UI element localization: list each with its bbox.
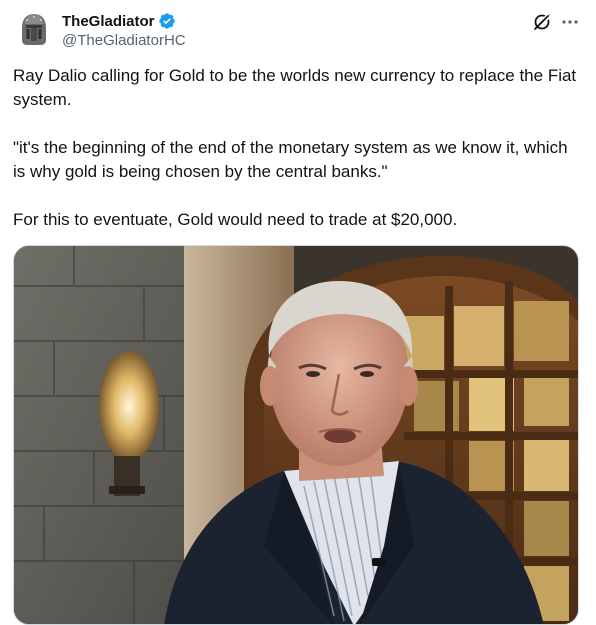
- gladiator-helmet-icon: [14, 10, 54, 50]
- tweet-paragraph: "it's the beginning of the end of the mo…: [13, 138, 573, 181]
- grok-icon[interactable]: [532, 12, 552, 32]
- tweet-paragraph: Ray Dalio calling for Gold to be the wor…: [13, 66, 581, 109]
- tweet-text: Ray Dalio calling for Gold to be the wor…: [13, 64, 579, 256]
- author-name-row[interactable]: TheGladiator: [62, 11, 176, 31]
- more-options-icon[interactable]: [560, 12, 580, 32]
- video-frame-image: [14, 246, 578, 624]
- verified-badge-icon[interactable]: [158, 12, 176, 30]
- tweet[interactable]: TheGladiator @TheGladiatorHC Ray Dalio c…: [0, 0, 596, 625]
- author-handle[interactable]: @TheGladiatorHC: [62, 32, 186, 49]
- author-display-name[interactable]: TheGladiator: [62, 13, 155, 30]
- avatar[interactable]: [14, 10, 54, 50]
- tweet-paragraph: For this to eventuate, Gold would need t…: [13, 210, 458, 229]
- tweet-media-video[interactable]: [13, 245, 579, 625]
